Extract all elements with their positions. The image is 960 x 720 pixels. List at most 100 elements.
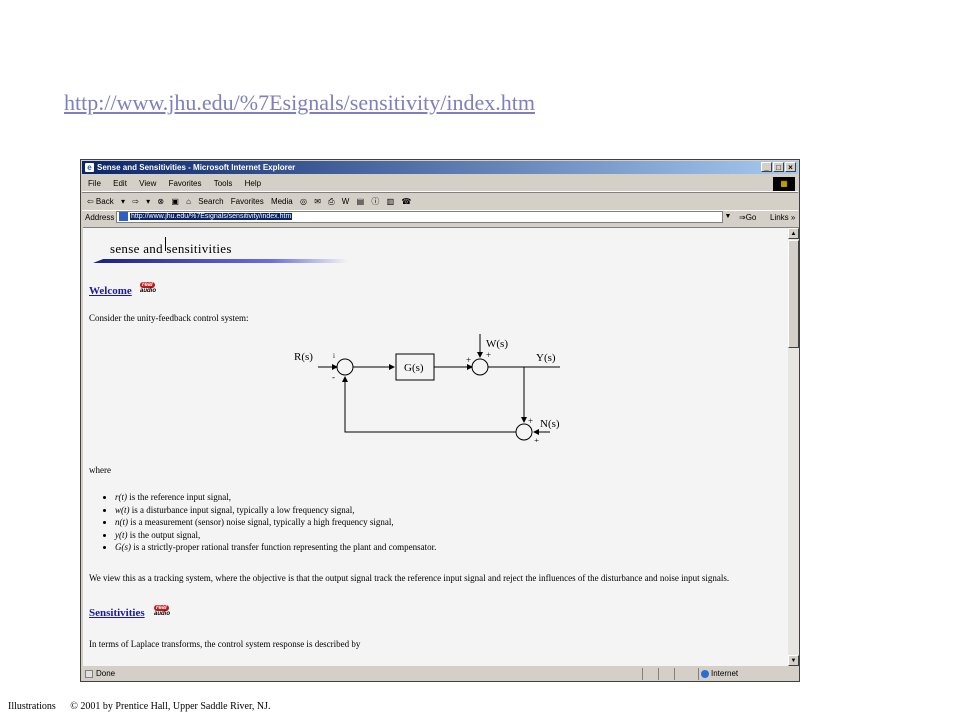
bullet-symbol: r(t) <box>115 492 127 502</box>
signal-definitions: r(t) is the reference input signal, w(t)… <box>103 491 436 554</box>
sensitivities-link[interactable]: Sensitivities <box>89 607 145 619</box>
messenger-icon[interactable]: ☎ <box>401 197 411 206</box>
plus-sign-4: + <box>534 436 539 442</box>
y-signal-label: Y(s) <box>536 352 556 364</box>
ie-logo-icon: e <box>85 163 94 172</box>
bullet-symbol: y(t) <box>115 529 128 540</box>
home-icon[interactable]: ⌂ <box>186 197 191 206</box>
forward-button[interactable]: ⇨ <box>132 197 139 206</box>
status-text: Done <box>96 669 116 678</box>
n-signal-label: N(s) <box>540 418 560 430</box>
refresh-icon[interactable]: ▣ <box>171 197 179 206</box>
r-signal-label: R(s) <box>294 351 313 363</box>
summing-junction-2 <box>471 358 489 376</box>
summing-junction-1 <box>336 358 354 376</box>
real-audio-sublabel: audio <box>154 611 170 617</box>
window-title: Sense and Sensitivities - Microsoft Inte… <box>97 163 296 172</box>
menu-tools[interactable]: Tools <box>214 179 233 188</box>
links-button[interactable]: Links » <box>770 210 795 225</box>
menu-view[interactable]: View <box>139 179 156 188</box>
history-icon[interactable]: ◎ <box>300 197 307 206</box>
list-item: y(t) is the output signal, <box>115 529 436 542</box>
go-button[interactable]: ⇒Go <box>739 210 756 225</box>
page-content: sense and sensitivities Welcome real aud… <box>83 227 788 666</box>
page-icon[interactable]: ▥ <box>387 197 395 206</box>
real-audio-sublabel: audio <box>140 288 156 294</box>
summing-junction-3 <box>515 423 533 441</box>
menu-favorites[interactable]: Favorites <box>169 179 202 188</box>
list-item: n(t) is a measurement (sensor) noise sig… <box>115 516 436 529</box>
banner-underline <box>93 259 348 263</box>
bullet-text: is a measurement (sensor) noise signal, … <box>128 517 394 527</box>
bullet-text: is the reference input signal, <box>127 492 231 502</box>
address-bar: Address http://www.jhu.edu/%7Esignals/se… <box>82 210 798 225</box>
vertical-scrollbar[interactable]: ▲ ▼ <box>788 227 799 666</box>
back-button[interactable]: ⇦ Back <box>87 197 114 206</box>
plus-sign-3: + <box>528 416 533 426</box>
block-diagram: R(s) i - G(s) + W(s) + Y(s) + N(s) + <box>294 334 560 442</box>
globe-icon <box>701 670 709 678</box>
search-button[interactable]: Search <box>198 197 223 206</box>
close-button[interactable]: × <box>785 162 796 172</box>
footer-copyright: © 2001 by Prentice Hall, Upper Saddle Ri… <box>70 701 271 712</box>
page-banner-title: sense and sensitivities <box>110 241 232 256</box>
i-mark: i <box>333 352 335 360</box>
bullet-text: is the output signal, <box>127 529 201 540</box>
feedback-path <box>342 376 516 433</box>
where-text: where <box>89 465 111 475</box>
title-bar: e Sense and Sensitivities - Microsoft In… <box>82 161 798 174</box>
slide-footer: Illustrations © 2001 by Prentice Hall, U… <box>8 701 271 712</box>
address-input[interactable]: http://www.jhu.edu/%7Esignals/sensitivit… <box>116 211 733 223</box>
tracking-text: We view this as a tracking system, where… <box>89 573 730 583</box>
footer-label: Illustrations <box>8 701 56 712</box>
address-dropdown-icon[interactable]: ▼ <box>722 211 733 223</box>
info-icon[interactable]: ⓘ <box>371 197 379 206</box>
list-item: r(t) is the reference input signal, <box>115 491 436 504</box>
edit-icon[interactable]: ▤ <box>357 197 365 206</box>
menu-edit[interactable]: Edit <box>113 179 127 188</box>
minimize-button[interactable]: _ <box>761 162 772 172</box>
back-dropdown-icon[interactable]: ▾ <box>121 197 125 206</box>
intro-text: Consider the unity-feedback control syst… <box>89 313 249 323</box>
list-item: G(s) is a strictly-proper rational trans… <box>115 541 436 554</box>
forward-dropdown-icon[interactable]: ▾ <box>146 197 150 206</box>
real-audio-icon[interactable]: real audio <box>154 605 170 617</box>
bullet-symbol: n(t) <box>115 517 128 527</box>
mail-icon[interactable]: ✉ <box>314 197 321 206</box>
status-panel <box>658 668 673 680</box>
plant-label: G(s) <box>404 362 424 374</box>
browser-window: e Sense and Sensitivities - Microsoft In… <box>80 159 800 682</box>
status-bar: Done Internet <box>82 667 798 681</box>
plus-sign-2: + <box>486 350 491 360</box>
status-panel <box>674 668 689 680</box>
menu-file[interactable]: File <box>88 179 101 188</box>
windows-logo-icon: ▦ <box>773 177 795 191</box>
maximize-button[interactable]: □ <box>773 162 784 172</box>
scroll-thumb[interactable] <box>788 240 799 348</box>
menu-help[interactable]: Help <box>245 179 261 188</box>
security-zone: Internet <box>698 668 798 680</box>
address-url[interactable]: http://www.jhu.edu/%7Esignals/sensitivit… <box>130 213 293 221</box>
scroll-down-icon[interactable]: ▼ <box>788 655 799 666</box>
stop-icon[interactable]: ⊗ <box>157 197 164 206</box>
status-panel <box>642 668 657 680</box>
page-status-icon <box>85 670 93 678</box>
scroll-up-icon[interactable]: ▲ <box>788 228 799 239</box>
slide-url-link[interactable]: http://www.jhu.edu/%7Esignals/sensitivit… <box>64 90 535 116</box>
bullet-symbol: G(s) <box>115 542 131 552</box>
toolbar: ⇦ Back ▾ ⇨ ▾ ⊗ ▣ ⌂ Search Favorites Medi… <box>82 192 798 211</box>
menu-bar: File Edit View Favorites Tools Help <box>82 176 798 192</box>
bullet-text: is a strictly-proper rational transfer f… <box>131 542 437 552</box>
list-item: w(t) is a disturbance input signal, typi… <box>115 504 436 517</box>
bullet-symbol: w(t) <box>115 504 130 515</box>
word-icon[interactable]: W <box>342 197 350 206</box>
plus-sign-1: + <box>466 355 471 365</box>
media-button[interactable]: Media <box>271 197 293 206</box>
welcome-link[interactable]: Welcome <box>89 285 132 297</box>
zone-text: Internet <box>711 669 739 678</box>
favorites-button[interactable]: Favorites <box>231 197 264 206</box>
w-signal-label: W(s) <box>486 338 508 350</box>
real-audio-icon[interactable]: real audio <box>140 282 156 294</box>
print-icon[interactable]: ⎙ <box>328 197 334 206</box>
page-icon <box>119 212 128 221</box>
